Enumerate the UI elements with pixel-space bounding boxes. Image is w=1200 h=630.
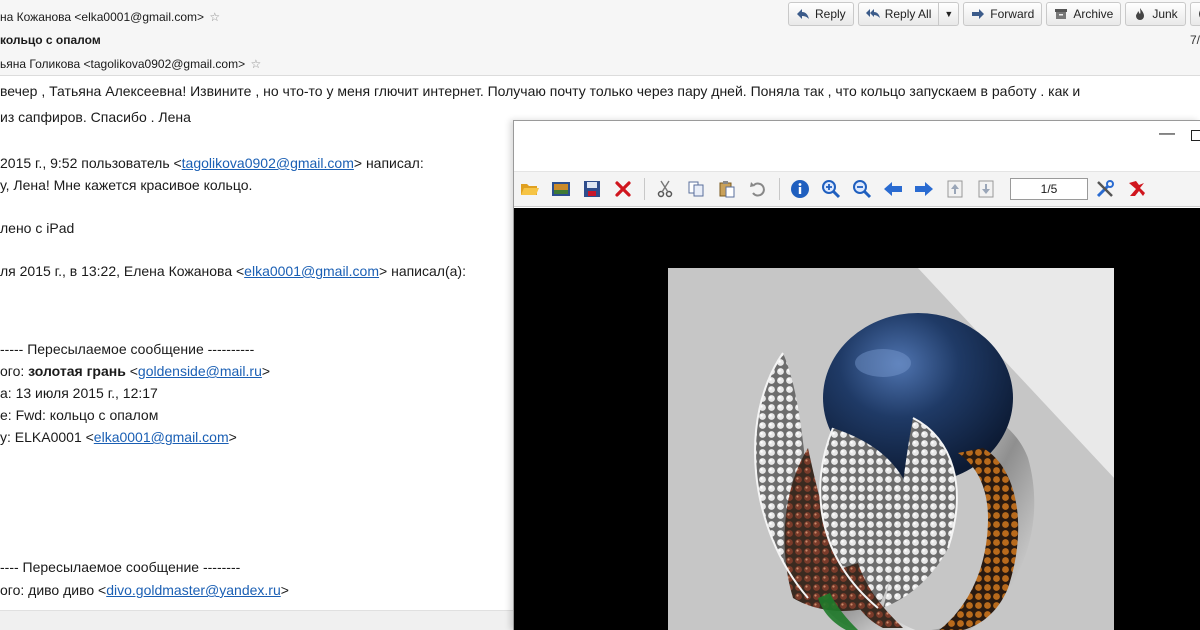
archive-button[interactable]: Archive [1046, 2, 1122, 26]
info-icon[interactable] [789, 178, 811, 200]
junk-flame-icon [1136, 8, 1145, 20]
minimize-button[interactable]: — [1159, 125, 1175, 143]
toolbar-separator [779, 178, 780, 200]
delete-button[interactable]: D [1189, 2, 1200, 26]
prev-arrow-icon[interactable] [882, 178, 904, 200]
reply-all-label: Reply All [884, 7, 932, 21]
field-label: ого: диво диво < [0, 582, 107, 598]
reply-all-icon [865, 9, 880, 18]
field-punct: > [261, 363, 271, 379]
field-punct: > [280, 582, 289, 598]
copy-icon[interactable] [685, 178, 707, 200]
image-viewer-window: — 1/5 [513, 120, 1200, 630]
reply-icon [797, 9, 809, 19]
slideshow-icon[interactable] [550, 178, 572, 200]
save-icon[interactable] [581, 178, 603, 200]
forward-from-2: ого: диво диво <divo.goldmaster@yandex.r… [0, 581, 289, 599]
body-text-line: из сапфиров. Спасибо . Лена [0, 109, 191, 125]
next-arrow-icon[interactable] [913, 178, 935, 200]
maximize-button[interactable] [1191, 130, 1200, 141]
sender-name: золотая грань [28, 363, 126, 379]
quote-header-text: > написал(а): [379, 263, 466, 279]
undo-icon[interactable] [747, 178, 769, 200]
email-link[interactable]: goldenside@mail.ru [138, 363, 262, 379]
forward-from-1: ого: золотая грань <goldenside@mail.ru> [0, 362, 270, 380]
junk-label: Junk [1152, 7, 1178, 21]
reply-all-button[interactable]: Reply All [857, 2, 940, 26]
image-canvas[interactable] [514, 208, 1200, 630]
email-link[interactable]: tagolikova0902@gmail.com [182, 155, 354, 171]
zoom-in-icon[interactable] [820, 178, 842, 200]
forward-divider-2: ---- Пересылаемое сообщение -------- [0, 559, 241, 575]
quote-header-1: 2015 г., 9:52 пользователь <tagolikova09… [0, 154, 424, 172]
settings-tools-icon[interactable] [1094, 178, 1116, 200]
paste-icon[interactable] [716, 178, 738, 200]
forward-subject-1: е: Fwd: кольцо с опалом [0, 407, 159, 423]
quote-header-text: > написал: [353, 155, 424, 171]
ring-photo [668, 268, 1114, 630]
viewer-titlebar: — [514, 121, 1200, 171]
junk-button[interactable]: Junk [1125, 2, 1186, 26]
horizontal-scrollbar[interactable] [0, 610, 515, 630]
viewer-toolbar: 1/5 [514, 171, 1200, 207]
subject-line: кольцо с опалом [0, 33, 101, 47]
quote-header-text: ля 2015 г., в 13:22, Елена Кожанова < [0, 263, 245, 279]
forward-button[interactable]: Forward [963, 2, 1043, 26]
recipient-address[interactable]: ьяна Голикова <tagolikova0902@gmail.com> [0, 57, 245, 71]
reply-all-dropdown[interactable]: ▼ [939, 2, 960, 26]
message-date: 7/ [1189, 33, 1200, 47]
cut-icon[interactable] [654, 178, 676, 200]
sender-line: на Кожанова <elka0001@gmail.com> ☆ [0, 10, 220, 24]
forward-to-1: у: ELKA0001 <elka0001@gmail.com> [0, 428, 237, 446]
open-folder-icon[interactable] [519, 178, 541, 200]
forward-icon [972, 9, 985, 19]
field-punct: > [228, 429, 237, 445]
message-toolbar: Reply Reply All ▼ Forward Archive Junk D [788, 2, 1200, 26]
forward-label: Forward [990, 7, 1035, 21]
signature-ipad: лено с iPad [0, 220, 75, 236]
quote-header-text: 2015 г., 9:52 пользователь < [0, 155, 182, 171]
first-page-icon[interactable] [944, 178, 966, 200]
field-label: ого: [0, 363, 29, 379]
quote-text: у, Лена! Мне кажется красивое кольцо. [0, 177, 253, 193]
ring-render-image [668, 268, 1114, 630]
field-label: у: ELKA0001 < [0, 429, 94, 445]
forward-divider-1: ----- Пересылаемое сообщение ---------- [0, 341, 255, 357]
recipient-line: ьяна Голикова <tagolikova0902@gmail.com>… [0, 57, 261, 71]
star-outline-icon[interactable]: ☆ [209, 10, 220, 24]
page-indicator-input[interactable]: 1/5 [1010, 178, 1088, 200]
email-link[interactable]: elka0001@gmail.com [94, 429, 229, 445]
reply-all-split: Reply All ▼ [857, 2, 960, 26]
body-text-line: вечер , Татьяна Алексеевна! Извините , н… [0, 83, 1081, 99]
star-outline-icon[interactable]: ☆ [250, 57, 261, 71]
chevron-down-icon: ▼ [944, 9, 954, 19]
archive-label: Archive [1073, 7, 1114, 21]
toolbar-separator [644, 178, 645, 200]
reply-button[interactable]: Reply [788, 2, 854, 26]
forward-date-1: а: 13 июля 2015 г., 12:17 [0, 385, 158, 401]
email-link[interactable]: divo.goldmaster@yandex.ru [106, 582, 281, 598]
message-header: на Кожанова <elka0001@gmail.com> ☆ кольц… [0, 0, 1200, 76]
delete-icon[interactable] [612, 178, 634, 200]
last-page-icon[interactable] [975, 178, 997, 200]
zoom-out-icon[interactable] [851, 178, 873, 200]
field-punct: < [125, 363, 138, 379]
archive-icon [1055, 9, 1068, 19]
quote-header-2: ля 2015 г., в 13:22, Елена Кожанова <elk… [0, 262, 466, 280]
sender-address[interactable]: на Кожанова <elka0001@gmail.com> [0, 10, 204, 24]
email-link[interactable]: elka0001@gmail.com [244, 263, 379, 279]
reply-label: Reply [815, 7, 846, 21]
exit-icon[interactable] [1125, 178, 1147, 200]
